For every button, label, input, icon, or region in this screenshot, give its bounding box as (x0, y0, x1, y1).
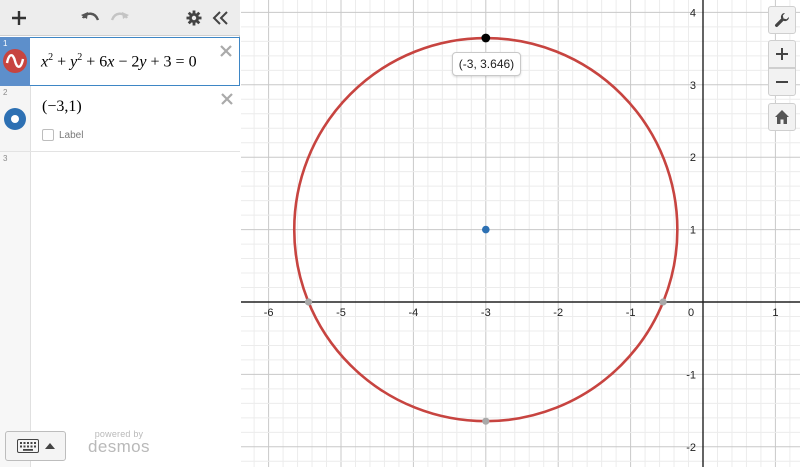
label-toggle[interactable]: Label (42, 129, 83, 141)
intercept-point (482, 417, 490, 425)
wave-icon[interactable] (3, 49, 27, 73)
double-chevron-left-icon[interactable] (210, 6, 232, 30)
x-tick-label: -5 (336, 307, 346, 319)
redo-icon[interactable] (108, 6, 130, 30)
x-tick-label: 0 (688, 307, 694, 319)
point-coordinate-tooltip: (-3, 3.646) (451, 52, 522, 77)
zoom-out-icon[interactable] (768, 68, 796, 96)
keyboard-toggle-button[interactable] (5, 431, 66, 461)
y-tick-label: -2 (686, 442, 696, 454)
x-tick-label: -2 (553, 307, 563, 319)
expression-row-3[interactable]: 3 (0, 152, 240, 467)
y-tick-label: 4 (690, 7, 696, 19)
center-point (482, 225, 490, 234)
desmos-logo: desmos (88, 437, 150, 456)
zoom-in-icon[interactable] (768, 40, 796, 68)
keyboard-icon (16, 439, 39, 453)
point-icon[interactable] (4, 108, 26, 130)
intercept-point (659, 298, 667, 306)
y-tick-label: 1 (690, 225, 696, 237)
selected-top-point (481, 33, 491, 43)
plus-icon[interactable] (8, 6, 30, 30)
caret-up-icon (44, 443, 55, 449)
delete-expression-icon[interactable] (219, 44, 233, 58)
expression-row-2[interactable]: 2 (−3,1) (0, 86, 240, 152)
expression-number: 1 (3, 39, 8, 48)
expression-panel: 1 x2 + y2 + 6x − 2y + 3 = 0 2 (−3,1) Lab (0, 0, 240, 467)
y-tick-label: -1 (686, 369, 696, 381)
expression-gutter: 2 (0, 86, 31, 151)
expression-number: 3 (3, 154, 8, 163)
x-tick-label: 1 (772, 307, 778, 319)
delete-expression-icon[interactable] (220, 92, 234, 106)
point-expression-text[interactable]: (−3,1) (42, 98, 82, 116)
intercept-point (304, 298, 313, 306)
wrench-icon[interactable] (768, 6, 796, 34)
desmos-branding: powered by desmos (88, 429, 150, 457)
y-tick-label: 3 (690, 80, 696, 92)
label-checkbox-text: Label (59, 129, 84, 141)
label-checkbox[interactable] (42, 129, 54, 141)
undo-icon[interactable] (80, 6, 102, 30)
expression-gutter: 1 (0, 37, 30, 86)
y-tick-label: 2 (690, 152, 696, 164)
x-tick-label: -4 (409, 307, 419, 319)
expression-row-1[interactable]: 1 x2 + y2 + 6x − 2y + 3 = 0 (0, 37, 240, 86)
expression-toolbar (0, 0, 240, 36)
home-icon[interactable] (768, 103, 796, 131)
expression-number: 2 (3, 88, 8, 97)
equation-text[interactable]: x2 + y2 + 6x − 2y + 3 = 0 (41, 52, 197, 71)
x-tick-label: -6 (264, 307, 274, 319)
gear-icon[interactable] (184, 6, 204, 30)
x-tick-label: -3 (481, 307, 491, 319)
x-tick-label: -1 (626, 307, 636, 319)
expression-gutter: 3 (0, 152, 31, 467)
graph-paper[interactable]: -6 -5 -4 -3 -2 -1 0 1 4 3 2 1 -1 -2 (-3, 3.646) (241, 0, 800, 467)
